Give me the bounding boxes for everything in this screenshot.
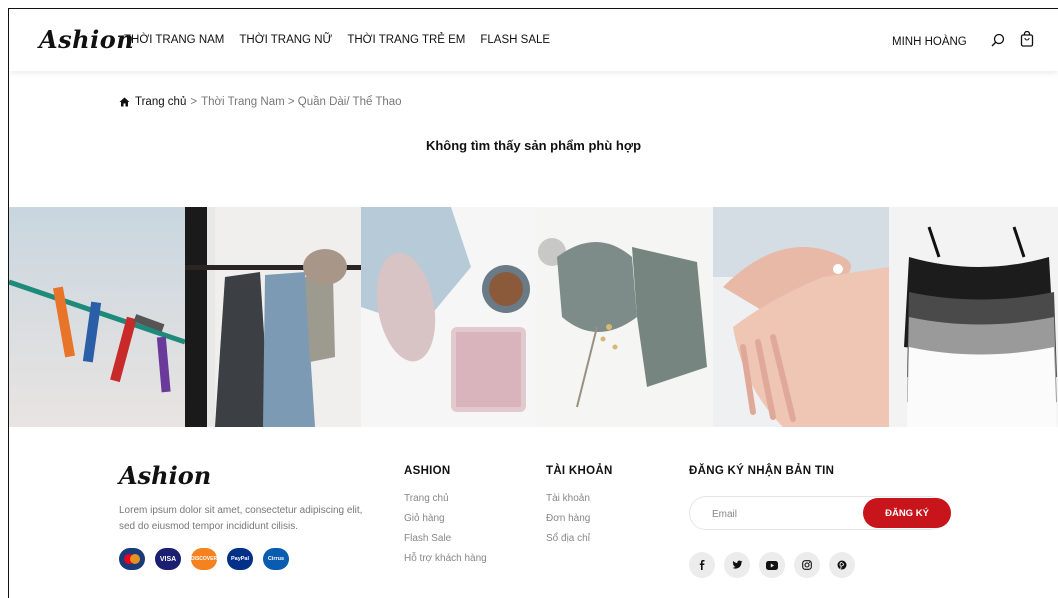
home-icon [119,97,130,107]
gallery-image-clothespins[interactable] [9,207,185,427]
nav-item-flash-sale[interactable]: FLASH SALE [480,34,550,46]
subscribe-button[interactable]: ĐĂNG KÝ [863,498,951,528]
site-header: Ashion THỜI TRANG NAM THỜI TRANG NỮ THỜI… [9,9,1058,71]
instagram-icon[interactable] [794,552,820,578]
social-links [689,552,855,578]
no-products-message: Không tìm thấy sản phẩm phù hợp [425,138,642,153]
mastercard-icon [119,548,145,570]
nav-item-women[interactable]: THỜI TRANG NỮ [239,34,332,46]
nav-item-kids[interactable]: THỜI TRANG TRẺ EM [347,34,465,46]
facebook-icon[interactable] [689,552,715,578]
gallery-image-clothes-rack[interactable] [185,207,361,427]
footer-link-flash-sale[interactable]: Flash Sale [404,533,487,544]
paypal-icon: PayPal [227,548,253,570]
cirrus-icon: Cirrus [263,548,289,570]
breadcrumb-path[interactable]: Thời Trang Nam > Quần Dài/ Thể Thao [201,96,401,108]
breadcrumb-home-label: Trang chủ [135,96,187,108]
footer-link-support[interactable]: Hỗ trợ khách hàng [404,553,487,564]
footer-link-account[interactable]: Tài khoản [546,493,613,504]
footer-link-cart[interactable]: Giỏ hàng [404,513,487,524]
nav-item-men[interactable]: THỜI TRANG NAM [124,34,224,46]
breadcrumb-home[interactable]: Trang chủ [119,96,186,108]
footer-column-account: TÀI KHOẢN Tài khoản Đơn hàng Sổ địa chỉ [546,465,613,553]
breadcrumb-separator: > [190,96,198,108]
newsletter-title: ĐĂNG KÝ NHẬN BẢN TIN [689,465,835,477]
footer-column-title: ASHION [404,465,451,477]
main-nav: THỜI TRANG NAM THỜI TRANG NỮ THỜI TRANG … [124,34,550,46]
newsletter-email-input[interactable] [710,497,854,531]
visa-icon: VISA [155,548,181,570]
gallery-image-hand-cream[interactable] [713,207,889,427]
youtube-icon[interactable] [759,552,785,578]
gallery-image-yarn-coffee[interactable] [361,207,537,427]
footer-link-address-book[interactable]: Sổ địa chỉ [546,533,613,544]
gallery-image-knitwear[interactable] [537,207,713,427]
twitter-icon[interactable] [724,552,750,578]
footer-column-title: TÀI KHOẢN [546,465,613,477]
pinterest-icon[interactable] [829,552,855,578]
shopping-bag-icon[interactable] [1020,31,1034,47]
footer-description: Lorem ipsum dolor sit amet, consectetur … [119,505,363,532]
instagram-gallery [9,207,1058,427]
footer-link-orders[interactable]: Đơn hàng [546,513,613,524]
footer-column-ashion: ASHION Trang chủ Giỏ hàng Flash Sale Hỗ … [404,465,487,573]
gallery-image-camisoles[interactable] [889,207,1058,427]
breadcrumb: Trang chủ > Thời Trang Nam > Quần Dài/ T… [119,96,402,108]
payment-cards: VISA DISCOVER PayPal Cirrus [119,548,289,570]
discover-icon: DISCOVER [191,548,217,570]
footer-link-home[interactable]: Trang chủ [404,493,487,504]
footer-logo[interactable]: Ashion [119,461,211,490]
user-account-link[interactable]: MINH HOÀNG [892,36,967,48]
page-frame: Ashion THỜI TRANG NAM THỜI TRANG NỮ THỜI… [8,8,1058,598]
site-logo[interactable]: Ashion [39,25,134,54]
search-icon[interactable] [991,33,1005,47]
